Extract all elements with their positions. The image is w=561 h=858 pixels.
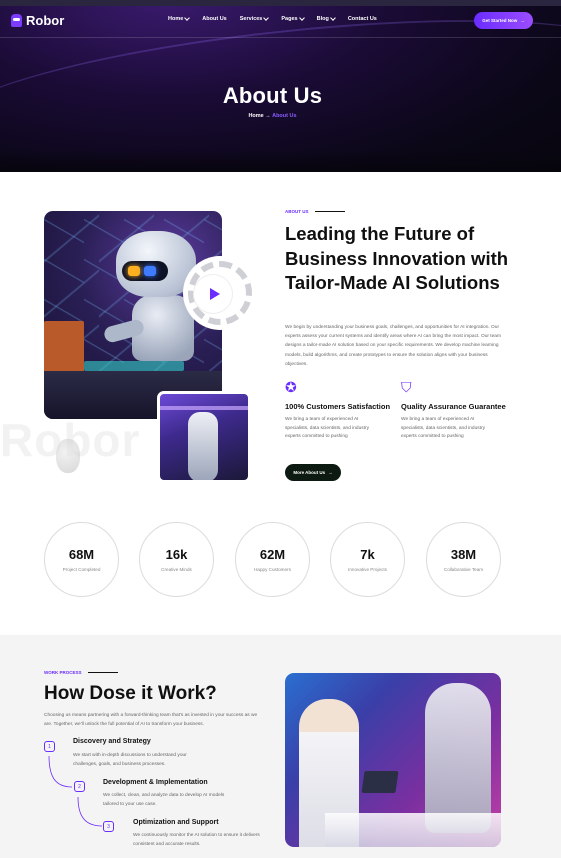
chevron-down-icon [329, 15, 336, 21]
menu-item-about[interactable]: About Us [202, 16, 226, 22]
table-graphic [325, 813, 501, 847]
more-about-label: More About Us [293, 470, 326, 475]
step-description: We start with in-depth discussions to un… [73, 753, 187, 767]
ceiling-light [160, 406, 248, 410]
stat-label: Innovative Projects [348, 567, 387, 572]
arrow-right-icon: → [520, 18, 525, 23]
stat-value: 7k [360, 547, 375, 562]
feature-quality-assurance: ⛉ Quality Assurance Guarantee We bring a… [401, 378, 511, 442]
menu-item-services[interactable]: Services [239, 15, 270, 22]
about-description: We begin by understanding your business … [285, 325, 501, 367]
keyboard-graphic [84, 361, 184, 371]
stat-value: 16k [165, 547, 188, 562]
menu-label: Pages [281, 16, 298, 22]
menu-label: Contact Us [347, 16, 377, 22]
more-about-us-button[interactable]: More About Us → [285, 464, 341, 481]
menu-item-contact[interactable]: Contact Us [348, 16, 377, 22]
page-title: About Us [222, 83, 323, 108]
step-title: Development & Implementation [103, 779, 208, 786]
laptop-graphic [361, 771, 399, 793]
feature-customer-satisfaction: ✪ 100% Customers Satisfaction We bring a… [285, 378, 395, 442]
robot-eye-left [128, 266, 140, 276]
work-process-label-text: WORK PROCESS [44, 670, 82, 675]
robot-eye-right [144, 266, 156, 276]
breadcrumb-home[interactable]: Home [248, 113, 263, 119]
stat-value: 38M [450, 547, 477, 562]
human-and-robot-image [285, 673, 501, 847]
work-process-heading: How Dose it Work? [44, 683, 217, 704]
navbar: Robor Home About Us Services Pages Blog … [0, 6, 561, 38]
work-process-description: Choosing us means partnering with a forw… [44, 713, 258, 727]
logo-text: Robor [26, 13, 65, 28]
stat-label: Creative Minds [161, 567, 192, 572]
menu-item-home[interactable]: Home [168, 15, 191, 22]
stat-value: 62M [259, 547, 286, 562]
menu-label: About Us [202, 16, 227, 22]
label-divider [314, 211, 345, 212]
play-video-button[interactable] [194, 275, 232, 313]
step-description: We continuously monitor the AI solution … [133, 833, 260, 847]
breadcrumb-current: About Us [272, 113, 297, 119]
step-number: 1 [44, 741, 55, 752]
step-number: 3 [103, 821, 114, 832]
step-title: Optimization and Support [133, 819, 219, 826]
step-description: We collect, clean, and analyze data to d… [103, 793, 225, 807]
main-menu: Home About Us Services Pages Blog Contac… [168, 15, 377, 22]
get-started-label: Get Started Now [482, 18, 518, 23]
arrow-right-icon: → [265, 113, 271, 119]
label-divider [87, 672, 118, 673]
chevron-down-icon [298, 15, 305, 21]
stat-label: Collaborative Team [443, 567, 484, 572]
logo[interactable]: Robor [11, 13, 64, 28]
stat-label: Project Completed [62, 567, 101, 572]
menu-label: Home [168, 16, 184, 22]
step-number: 2 [74, 781, 85, 792]
about-label-text: ABOUT US [285, 209, 309, 214]
feature-description: We bring a team of experienced AI specia… [401, 417, 485, 440]
feature-title: Quality Assurance Guarantee [401, 402, 506, 411]
hero-banner: Robor Home About Us Services Pages Blog … [0, 0, 561, 172]
connector-2 [77, 796, 103, 827]
stat-circle: 16k Creative Minds [139, 522, 214, 597]
connector-1 [48, 755, 73, 788]
watermark-robot-icon [56, 439, 80, 473]
get-started-button[interactable]: Get Started Now → [474, 12, 533, 29]
stat-circle: 62M Happy Customers [235, 522, 310, 597]
about-heading: Leading the Future of Business Innovatio… [285, 223, 509, 293]
stat-circle: 38M Collaborative Team [426, 522, 501, 597]
feature-description: We bring a team of experienced AI specia… [285, 417, 369, 440]
menu-label: Services [239, 16, 263, 22]
humanoid-robot [188, 412, 218, 480]
stat-circle: 7k Innovative Projects [330, 522, 405, 597]
arrow-right-icon: → [328, 470, 333, 475]
stat-value: 68M [68, 547, 95, 562]
chevron-down-icon [184, 15, 191, 21]
menu-label: Blog [316, 16, 329, 22]
menu-item-blog[interactable]: Blog [316, 15, 336, 22]
shield-check-icon: ⛉ [401, 379, 412, 395]
play-icon [209, 288, 220, 300]
work-process-label: WORK PROCESS [44, 670, 118, 675]
robot-figure [425, 683, 491, 833]
feature-title: 100% Customers Satisfaction [285, 402, 391, 411]
stat-circle: 68M Project Completed [44, 522, 119, 597]
robot-lab-image [157, 391, 251, 483]
stat-label: Happy Customers [254, 567, 291, 572]
menu-item-pages[interactable]: Pages [281, 15, 305, 22]
breadcrumb: Home → About Us [0, 113, 545, 119]
chevron-down-icon [263, 15, 270, 21]
robot-logo-icon [11, 14, 22, 27]
step-title: Discovery and Strategy [73, 738, 151, 745]
customer-satisfaction-icon: ✪ [285, 379, 297, 395]
about-section-label: ABOUT US [285, 209, 345, 214]
